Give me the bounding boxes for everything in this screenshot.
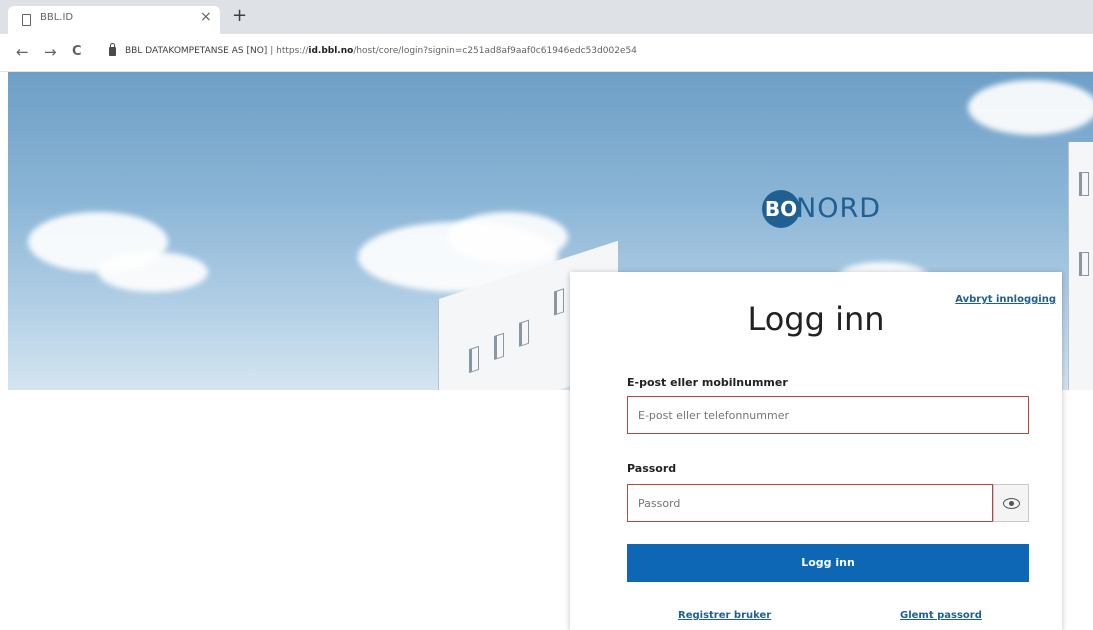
email-field[interactable] <box>627 396 1029 434</box>
forward-arrow-icon[interactable]: → <box>44 43 57 61</box>
cloud-image <box>968 80 1093 135</box>
page-icon <box>22 14 31 26</box>
tab-title: BBL.ID <box>40 12 74 23</box>
building-window <box>469 345 479 374</box>
login-card: Avbryt innlogging Logg inn E-post eller … <box>570 272 1062 630</box>
url-separator: | <box>270 46 274 56</box>
email-label: E-post eller mobilnummer <box>627 376 788 389</box>
close-tab-icon[interactable]: × <box>200 9 212 25</box>
building-image <box>1068 142 1093 390</box>
reload-icon[interactable]: C <box>72 44 82 59</box>
password-field[interactable] <box>627 484 993 522</box>
logo-wordmark: NORD <box>796 193 881 224</box>
building-window <box>519 319 529 347</box>
login-button[interactable]: Logg inn <box>627 544 1029 582</box>
building-window <box>1079 172 1089 196</box>
certificate-org: BBL DATAKOMPETANSE AS [NO] <box>125 46 268 56</box>
register-link[interactable]: Registrer bruker <box>678 610 771 621</box>
building-window <box>554 288 564 316</box>
logo-mark: BO <box>762 190 800 228</box>
lock-icon <box>109 43 116 56</box>
eye-pupil <box>1009 501 1014 506</box>
browser-toolbar: ← → C BBL DATAKOMPETANSE AS [NO] | https… <box>0 34 1093 72</box>
url-path: /host/core/login?signin=c251ad8af9aaf0c6… <box>353 46 637 56</box>
page-title: Logg inn <box>747 300 885 338</box>
new-tab-button[interactable]: + <box>232 5 247 26</box>
password-label: Passord <box>627 462 677 475</box>
url-prefix: https:// <box>276 46 309 56</box>
back-arrow-icon[interactable]: ← <box>16 43 29 61</box>
cloud-image <box>448 212 568 262</box>
show-password-button[interactable] <box>993 484 1029 522</box>
tab-strip: BBL.ID × + <box>0 0 1093 34</box>
building-window <box>494 332 504 361</box>
cloud-image <box>98 252 208 292</box>
building-window <box>1079 252 1089 276</box>
address-bar[interactable]: BBL DATAKOMPETANSE AS [NO] | https://id.… <box>103 43 1083 63</box>
url-host: id.bbl.no <box>308 46 354 56</box>
address-text: BBL DATAKOMPETANSE AS [NO] | https://id.… <box>125 46 637 56</box>
browser-tab[interactable]: BBL.ID × <box>8 6 220 34</box>
forgot-password-link[interactable]: Glemt passord <box>900 610 982 621</box>
